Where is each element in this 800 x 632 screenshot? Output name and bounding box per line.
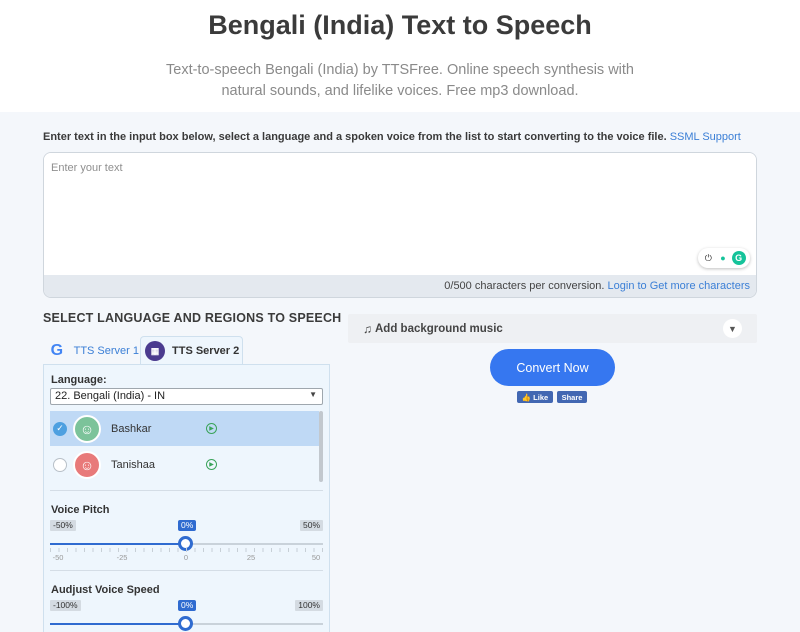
voice-settings-panel: Language: 22. Bengali (India) - IN ▼ ✓ ☺… [43, 364, 330, 632]
like-label: Like [533, 392, 549, 402]
google-icon: G [50, 341, 64, 359]
pitch-tick-label: 0 [183, 553, 189, 562]
login-link[interactable]: Login to Get more characters [608, 280, 750, 292]
text-input-box: ⏻ ● G 0/500 characters per conversion. L… [43, 152, 757, 298]
divider [50, 570, 323, 571]
voice-name: Tanishaa [111, 458, 156, 471]
power-icon[interactable]: ⏻ [702, 252, 714, 264]
hero-header: Bengali (India) Text to Speech Text-to-s… [0, 0, 800, 112]
speed-slider-handle[interactable] [178, 616, 193, 631]
pitch-max-label: 50% [299, 520, 323, 531]
radio-button[interactable] [53, 457, 67, 472]
instructions-text: Enter text in the input box below, selec… [43, 131, 667, 143]
bulb-icon[interactable]: ● [717, 252, 729, 264]
pitch-tick-label: -50 [52, 553, 64, 562]
voice-list: ✓ ☺ Bashkar ▶ ☺ Tanishaa ▶ [50, 411, 323, 482]
character-counter-bar: 0/500 characters per conversion. Login t… [44, 275, 756, 297]
pitch-slider-ticks [50, 548, 323, 552]
grammarly-widget[interactable]: ⏻ ● G [698, 248, 750, 268]
voice-list-scrollbar[interactable] [319, 411, 323, 482]
tts-server-icon: ▦ [145, 341, 165, 361]
speed-max-label: 100% [295, 600, 323, 611]
voice-name: Bashkar [111, 422, 152, 435]
pitch-min-label: -50% [50, 520, 76, 531]
play-icon[interactable]: ▶ [206, 459, 217, 470]
tab-tts-server-1[interactable]: G TTS Server 1 [43, 336, 139, 365]
grammarly-icon[interactable]: G [731, 251, 746, 265]
language-label: Language: [51, 374, 107, 386]
divider [50, 490, 323, 491]
female-avatar-icon: ☺ [73, 450, 101, 479]
voice-item-bashkar[interactable]: ✓ ☺ Bashkar ▶ [50, 411, 319, 446]
convert-now-button[interactable]: Convert Now [490, 349, 615, 386]
tab-tts-server-2[interactable]: ▦ TTS Server 2 [140, 336, 243, 365]
check-icon[interactable]: ✓ [53, 421, 67, 436]
instructions: Enter text in the input box below, selec… [43, 131, 741, 143]
tab-label: TTS Server 1 [73, 344, 139, 357]
chevron-down-icon: ▼ [309, 390, 317, 399]
thumbs-up-icon: 👍 [521, 392, 532, 402]
facebook-share-button[interactable]: Share [557, 391, 587, 403]
voice-speed-title: Audjust Voice Speed [51, 584, 160, 596]
speed-min-label: -100% [50, 600, 81, 611]
play-icon[interactable]: ▶ [206, 423, 217, 434]
language-section-title: SELECT LANGUAGE AND REGIONS TO SPEECH [43, 311, 342, 325]
voice-item-tanishaa[interactable]: ☺ Tanishaa ▶ [50, 447, 319, 482]
facebook-like-button[interactable]: 👍 Like [517, 391, 553, 403]
chevron-down-icon[interactable]: ▼ [723, 319, 742, 338]
language-select-value: 22. Bengali (India) - IN [55, 390, 166, 402]
page-title: Bengali (India) Text to Speech [208, 10, 592, 40]
tab-label: TTS Server 2 [172, 345, 240, 357]
text-input[interactable] [44, 153, 756, 275]
music-note-icon: ♫ [363, 321, 372, 336]
ssml-support-link[interactable]: SSML Support [670, 131, 741, 143]
voice-pitch-title: Voice Pitch [51, 504, 110, 516]
pitch-tick-label: -25 [116, 553, 128, 562]
character-counter: 0/500 characters per conversion. [444, 280, 605, 292]
language-select[interactable]: 22. Bengali (India) - IN ▼ [50, 388, 323, 405]
page-subtitle: Text-to-speech Bengali (India) by TTSFre… [166, 62, 634, 99]
background-music-label: Add background music [375, 322, 503, 335]
speed-value-label: 0% [178, 600, 197, 611]
pitch-value-label: 0% [178, 520, 197, 531]
speed-slider-fill [50, 623, 186, 625]
background-music-toggle[interactable]: ♫ Add background music ▼ [348, 314, 757, 343]
pitch-tick-label: 50 [311, 553, 321, 562]
male-avatar-icon: ☺ [73, 414, 101, 443]
pitch-slider-fill [50, 543, 186, 545]
pitch-tick-label: 25 [246, 553, 256, 562]
